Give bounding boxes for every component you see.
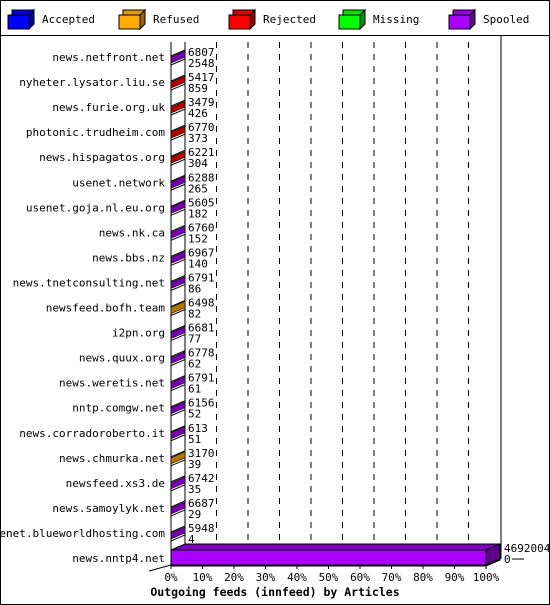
category-label: nntp.comgw.net (72, 402, 165, 415)
x-tick-label: 0% (164, 571, 178, 584)
bar-top-face (170, 543, 501, 551)
category-label: usenet.network (72, 176, 165, 189)
category-label: news.nntp4.net (72, 552, 165, 565)
category-label: newsfeed.xs3.de (66, 477, 165, 490)
x-tick-label: 50% (319, 571, 339, 584)
data-label-bottom: 859 (188, 82, 208, 95)
data-label-bottom: 2548 (188, 57, 215, 70)
x-tick-label: 40% (287, 571, 307, 584)
category-label: news.weretis.net (59, 377, 165, 390)
data-label-bottom: 0 (504, 553, 511, 566)
category-label: news.quux.org (79, 352, 165, 365)
category-label: news.netfront.net (52, 51, 165, 64)
x-tick-label: 100% (473, 571, 500, 584)
x-tick-label: 90% (445, 571, 465, 584)
data-label-top: 4692004 (504, 542, 550, 555)
category-label: news.nk.ca (99, 226, 165, 239)
category-label: news.chmurka.net (59, 452, 165, 465)
x-tick-label: 30% (256, 571, 276, 584)
category-label: news.hispagatos.org (39, 151, 165, 164)
data-label-bottom: 29 (188, 508, 201, 521)
category-label: photonic.trudheim.com (26, 126, 165, 139)
data-label-bottom: 51 (188, 433, 201, 446)
data-label-bottom: 373 (188, 132, 208, 145)
bar-front-face (170, 549, 487, 567)
data-label-bottom: 39 (188, 458, 201, 471)
x-tick-label: 20% (224, 571, 244, 584)
data-label-bottom: 304 (188, 157, 208, 170)
x-axis-title: Outgoing feeds (innfeed) by Articles (150, 585, 399, 599)
category-label: i2pn.org (112, 327, 165, 340)
data-label-bottom: 77 (188, 333, 201, 346)
data-label-bottom: 52 (188, 408, 201, 421)
data-label-bottom: 62 (188, 358, 201, 371)
category-label: news.corradoroberto.it (19, 427, 165, 440)
category-label: nyheter.lysator.liu.se (19, 76, 165, 89)
category-label: usenet.goja.nl.eu.org (26, 201, 165, 214)
category-label: news.furie.org.uk (52, 101, 165, 114)
category-label: news.tnetconsulting.net (13, 276, 165, 289)
data-label-bottom: 35 (188, 483, 201, 496)
x-tick-label: 70% (382, 571, 402, 584)
data-label-bottom: 140 (188, 257, 208, 270)
x-tick-label: 10% (193, 571, 213, 584)
bar-chart: news.netfront.net 68072548nyheter.lysator… (0, 36, 550, 599)
data-label-bottom: 182 (188, 207, 208, 220)
category-label: newsfeed.bofh.team (46, 302, 166, 315)
category-label: news.bbs.nz (92, 251, 165, 264)
x-tick-label: 80% (413, 571, 433, 584)
data-label-bottom: 61 (188, 383, 201, 396)
data-label-bottom: 82 (188, 308, 201, 321)
x-tick-label: 60% (350, 571, 370, 584)
data-label-bottom: 265 (188, 182, 208, 195)
category-label: usenet.blueworldhosting.com (0, 527, 165, 540)
data-label-bottom: 86 (188, 282, 201, 295)
data-label-bottom: 152 (188, 232, 208, 245)
category-label: news.samoylyk.net (52, 502, 165, 515)
data-label-bottom: 426 (188, 107, 208, 120)
